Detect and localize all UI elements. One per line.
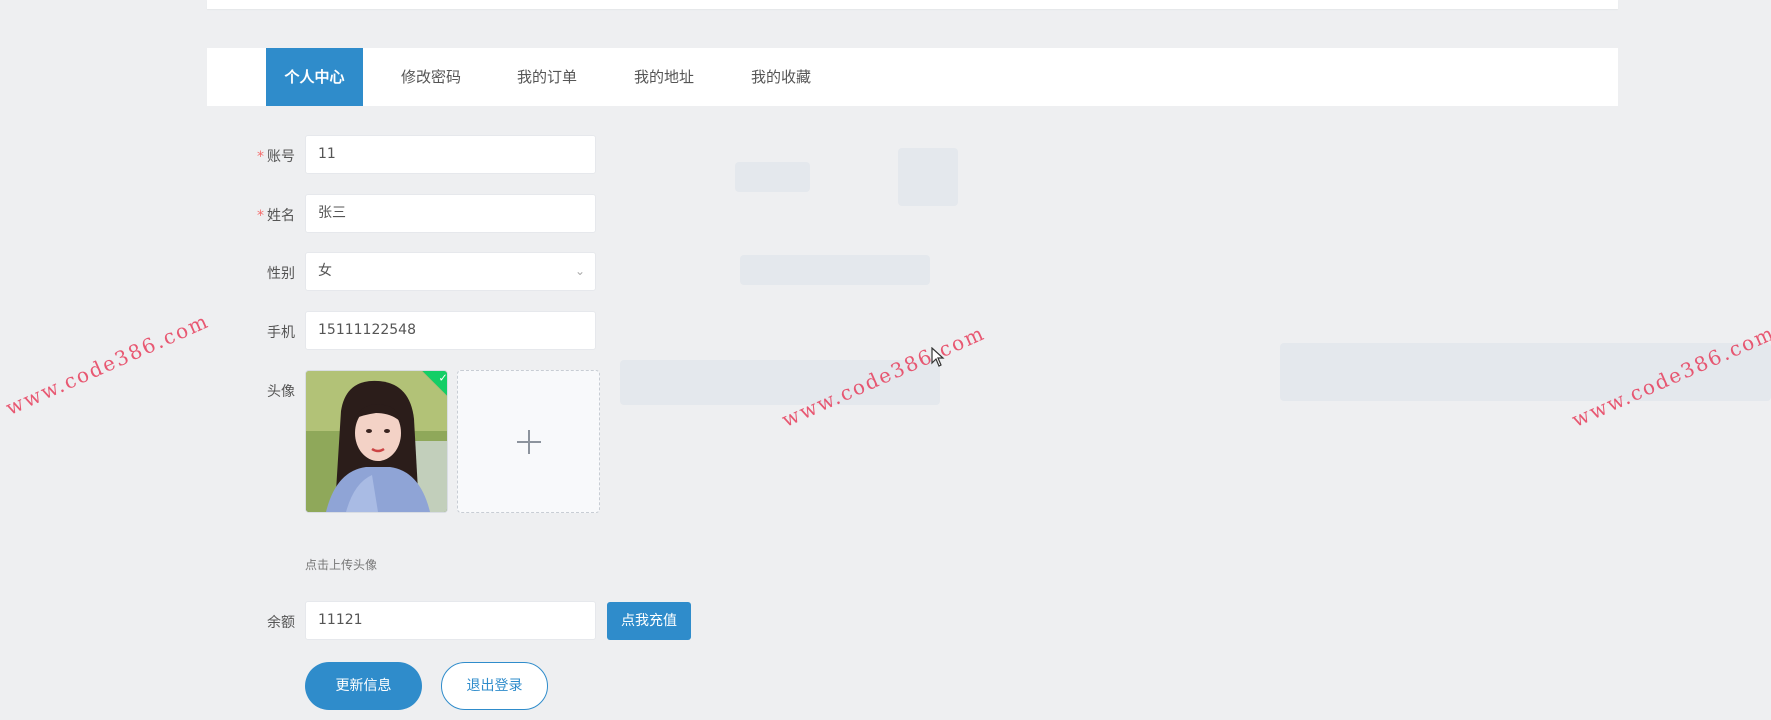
mouse-cursor-icon bbox=[931, 347, 945, 367]
avatar-label: 头像 bbox=[267, 384, 295, 400]
gender-select[interactable]: 女 ⌄ bbox=[305, 252, 596, 291]
name-label: * 姓名 bbox=[257, 208, 295, 224]
recharge-button[interactable]: 点我充值 bbox=[607, 602, 691, 640]
required-mark: * bbox=[257, 149, 264, 165]
avatar-upload-hint: 点击上传头像 bbox=[305, 558, 378, 572]
required-mark: * bbox=[257, 208, 264, 224]
avatar-photo bbox=[306, 371, 447, 512]
balance-input[interactable]: 11121 bbox=[305, 601, 596, 640]
account-input[interactable]: 11 bbox=[305, 135, 596, 174]
tab-my-addresses[interactable]: 我的地址 bbox=[634, 48, 694, 106]
tab-change-password[interactable]: 修改密码 bbox=[401, 48, 461, 106]
phone-label: 手机 bbox=[267, 325, 295, 341]
tab-personal-center[interactable]: 个人中心 bbox=[266, 48, 363, 106]
avatar-upload-button[interactable] bbox=[457, 370, 600, 513]
chevron-down-icon: ⌄ bbox=[574, 264, 585, 278]
balance-label: 余额 bbox=[267, 615, 295, 631]
plus-icon bbox=[516, 429, 541, 454]
phone-input[interactable]: 15111122548 bbox=[305, 311, 596, 350]
update-info-button[interactable]: 更新信息 bbox=[305, 662, 422, 710]
ghost-block bbox=[898, 148, 958, 206]
ghost-block bbox=[735, 162, 810, 192]
tab-my-favorites[interactable]: 我的收藏 bbox=[751, 48, 811, 106]
gender-value: 女 bbox=[318, 263, 332, 279]
watermark-text: www.code386.com bbox=[2, 308, 213, 420]
tab-bar: 个人中心 修改密码 我的订单 我的地址 我的收藏 bbox=[207, 48, 1618, 106]
ghost-block bbox=[740, 255, 930, 285]
name-input[interactable]: 张三 bbox=[305, 194, 596, 233]
account-label: * 账号 bbox=[257, 149, 295, 165]
avatar-image[interactable]: ✓ bbox=[305, 370, 448, 513]
logout-button[interactable]: 退出登录 bbox=[441, 662, 548, 710]
tab-my-orders[interactable]: 我的订单 bbox=[517, 48, 577, 106]
check-icon: ✓ bbox=[438, 371, 448, 385]
top-card-strip bbox=[207, 0, 1618, 9]
gender-label: 性别 bbox=[267, 266, 295, 282]
